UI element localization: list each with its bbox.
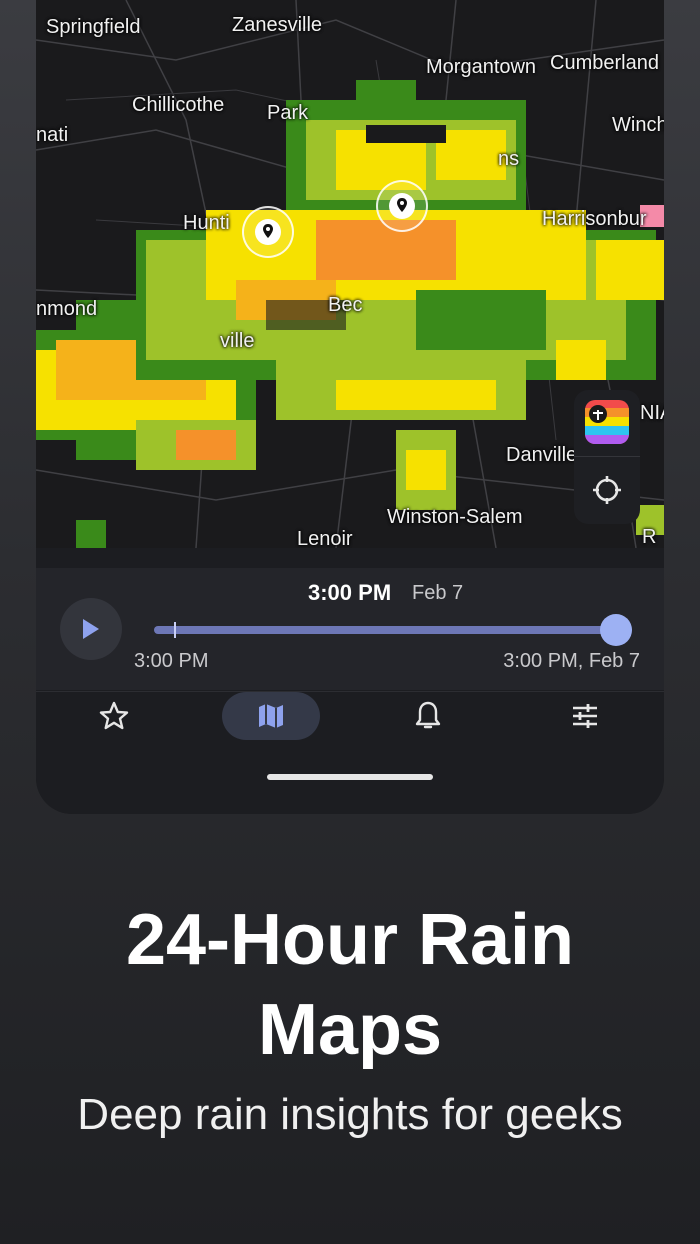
location-pin-icon[interactable] bbox=[242, 206, 294, 258]
city-label: Morgantown bbox=[426, 56, 537, 78]
tab-favorites[interactable] bbox=[65, 692, 163, 740]
play-icon bbox=[83, 619, 99, 639]
timeline-track[interactable] bbox=[154, 626, 632, 634]
location-pin-icon[interactable] bbox=[376, 180, 428, 232]
sliders-icon bbox=[573, 704, 597, 728]
timeline-start-label: 3:00 PM bbox=[134, 650, 209, 672]
city-label: Winston-Salem bbox=[387, 506, 523, 528]
city-label: Cumberland bbox=[550, 52, 659, 74]
timeline-end-label: 3:00 PM, Feb 7 bbox=[503, 650, 640, 672]
bottom-tab-bar bbox=[36, 691, 664, 814]
city-label: R bbox=[642, 526, 657, 548]
city-label: nmond bbox=[36, 298, 98, 320]
city-label: Harrisonbur bbox=[542, 208, 647, 230]
city-label: Lenoir bbox=[297, 528, 353, 548]
current-date: Feb 7 bbox=[412, 582, 464, 604]
timeline-thumb[interactable] bbox=[600, 614, 632, 646]
timeline-now-tick bbox=[174, 622, 176, 638]
map-controls bbox=[574, 390, 640, 524]
app-logo-icon[interactable] bbox=[585, 400, 629, 444]
promo-headline-line1: 24-Hour Rain bbox=[125, 900, 575, 980]
phone-frame: Springfield Zanesville Morgantown Cumber… bbox=[36, 0, 664, 814]
promo-headline-line2: Maps bbox=[257, 990, 443, 1070]
play-button[interactable] bbox=[60, 598, 122, 660]
timeline-panel: 3:00 PM Feb 7 3:00 PM 3:00 PM, Feb 7 bbox=[36, 568, 664, 690]
tab-map[interactable] bbox=[222, 692, 320, 740]
home-indicator bbox=[267, 774, 433, 780]
city-label: Danville bbox=[506, 444, 578, 466]
city-label: Hunti bbox=[183, 212, 230, 234]
city-label: Bec bbox=[328, 294, 363, 316]
city-label: ns bbox=[498, 148, 520, 170]
city-label: ville bbox=[220, 330, 255, 352]
promo-subheadline: Deep rain insights for geeks bbox=[77, 1090, 623, 1139]
city-label: nati bbox=[36, 124, 69, 146]
bell-icon bbox=[415, 701, 441, 729]
city-label: Springfield bbox=[46, 16, 141, 38]
map-icon bbox=[259, 704, 283, 728]
city-label: NIA bbox=[640, 402, 664, 424]
rain-map[interactable]: Springfield Zanesville Morgantown Cumber… bbox=[36, 0, 664, 548]
city-label: Winch bbox=[612, 114, 664, 136]
tab-settings[interactable] bbox=[536, 692, 634, 740]
tab-alerts[interactable] bbox=[379, 692, 477, 740]
star-icon bbox=[99, 701, 129, 730]
city-label: Chillicothe bbox=[132, 94, 225, 116]
promo-headline: 24-Hour Rain Maps bbox=[0, 895, 700, 1075]
city-label: Park bbox=[267, 102, 309, 124]
current-time: 3:00 PM bbox=[308, 580, 392, 605]
city-label: Zanesville bbox=[232, 14, 323, 36]
